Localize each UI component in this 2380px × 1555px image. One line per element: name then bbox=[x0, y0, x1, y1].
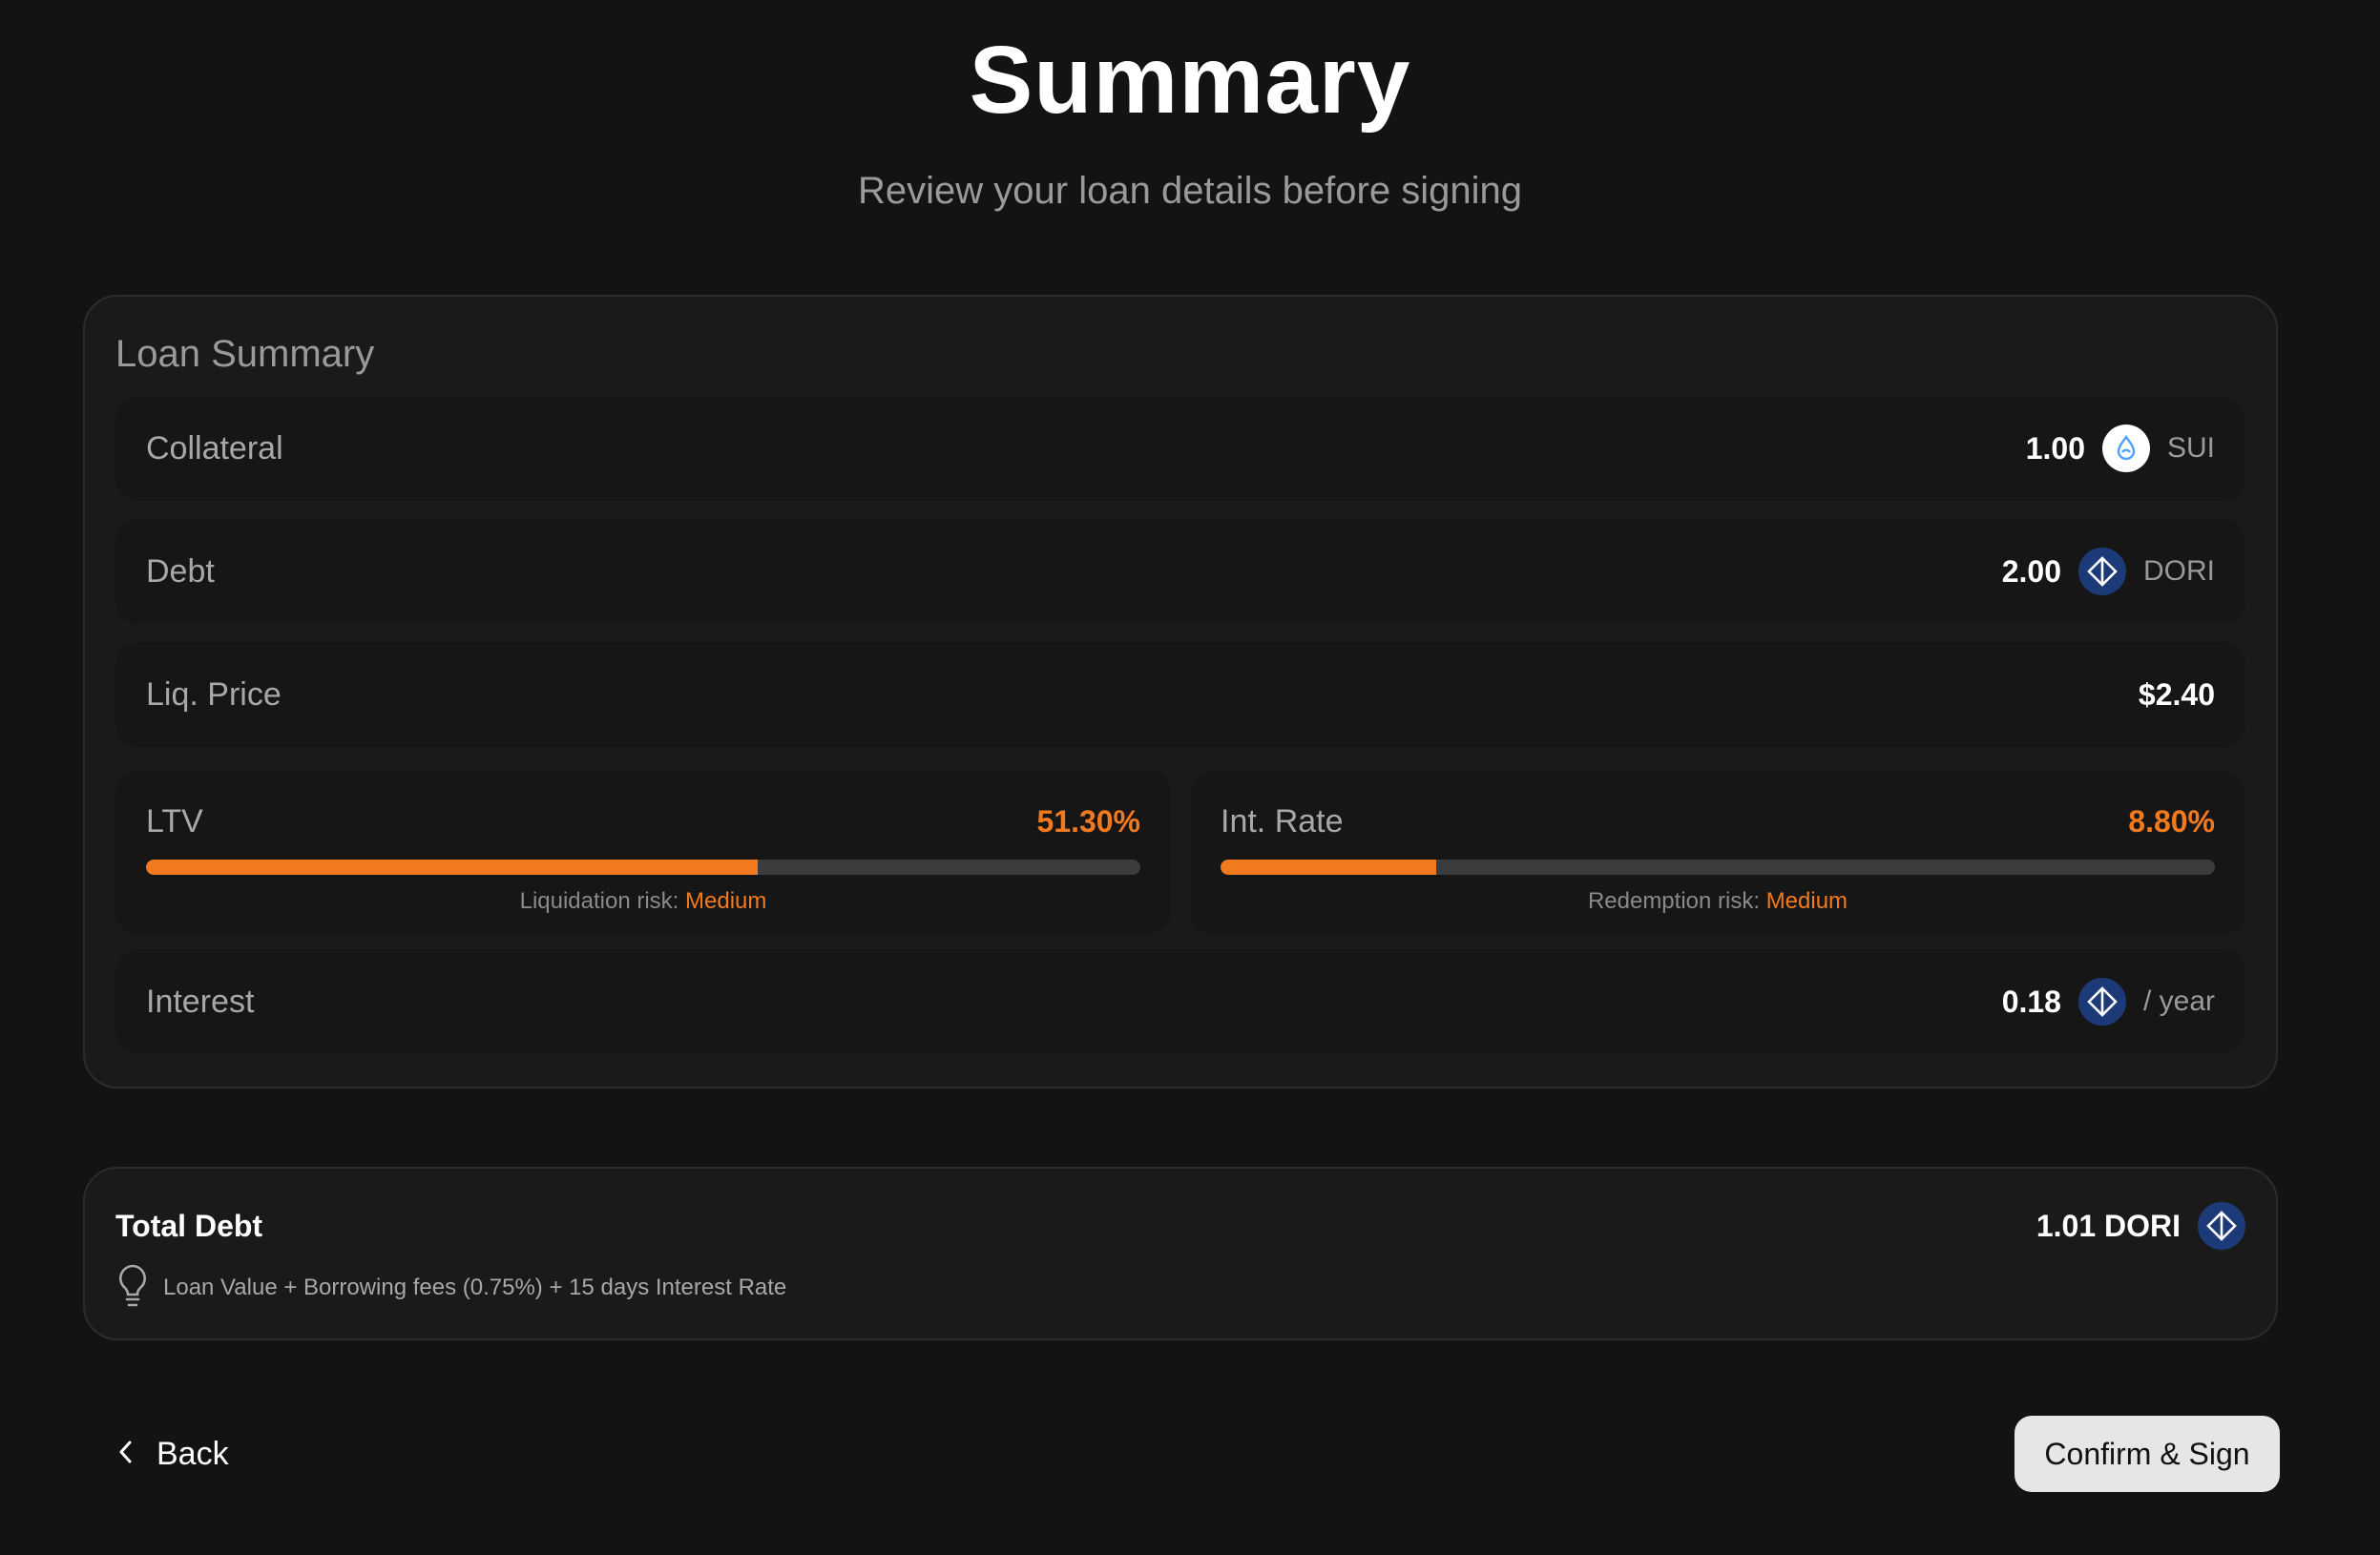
total-debt-value: 1.01 DORI bbox=[2036, 1199, 2245, 1253]
lightbulb-icon bbox=[115, 1263, 150, 1314]
liq-price-row: Liq. Price $2.40 bbox=[115, 642, 2245, 747]
dori-token-icon bbox=[2198, 1202, 2245, 1250]
total-debt-note: Loan Value + Borrowing fees (0.75%) + 15… bbox=[115, 1264, 786, 1312]
debt-amount: 2.00 bbox=[2001, 553, 2061, 589]
collateral-token: SUI bbox=[2166, 432, 2215, 464]
liquidation-risk-level: Medium bbox=[685, 888, 767, 914]
collateral-label: Collateral bbox=[146, 430, 283, 466]
dori-token-icon bbox=[2077, 978, 2126, 1026]
debt-value: 2.00 DORI bbox=[2002, 519, 2215, 624]
page-title: Summary bbox=[969, 27, 1411, 134]
int-rate-panel: Int. Rate 8.80% Redemption risk: Medium bbox=[1190, 770, 2245, 934]
interest-unit: / year bbox=[2142, 985, 2215, 1017]
debt-row: Debt 2.00 DORI bbox=[115, 519, 2245, 624]
loan-summary-title: Loan Summary bbox=[115, 333, 375, 375]
interest-label: Interest bbox=[146, 984, 255, 1020]
liq-price-value: $2.40 bbox=[2139, 642, 2215, 747]
sui-drop-icon bbox=[2101, 425, 2150, 472]
collateral-value: 1.00 SUI bbox=[2026, 396, 2215, 501]
interest-amount: 0.18 bbox=[2001, 984, 2061, 1019]
redemption-risk-level: Medium bbox=[1765, 888, 1848, 914]
int-rate-label: Int. Rate bbox=[1221, 803, 1344, 840]
total-debt-note-text: Loan Value + Borrowing fees (0.75%) + 15… bbox=[163, 1275, 787, 1300]
int-rate-progress-bar bbox=[1221, 860, 2215, 875]
ltv-value: 51.30% bbox=[1036, 804, 1140, 839]
debt-token: DORI bbox=[2143, 555, 2215, 587]
collateral-row: Collateral 1.00 SUI bbox=[115, 396, 2245, 501]
redemption-risk: Redemption risk: Medium bbox=[1190, 882, 2245, 921]
int-rate-value: 8.80% bbox=[2128, 804, 2215, 839]
debt-label: Debt bbox=[146, 553, 215, 590]
interest-row: Interest 0.18 / year bbox=[115, 949, 2245, 1054]
redemption-risk-label: Redemption risk: bbox=[1587, 888, 1761, 914]
int-rate-progress-fill bbox=[1221, 860, 1437, 875]
ltv-label: LTV bbox=[146, 803, 203, 840]
interest-value: 0.18 / year bbox=[2002, 949, 2215, 1054]
dori-token-icon bbox=[2078, 548, 2126, 595]
loan-summary-card: Loan Summary Collateral 1.00 SUI Debt 2.… bbox=[83, 295, 2278, 1088]
total-debt-label: Total Debt bbox=[115, 1209, 263, 1243]
back-label: Back bbox=[157, 1435, 229, 1472]
ltv-panel: LTV 51.30% Liquidation risk: Medium bbox=[115, 770, 1171, 934]
chevron-left-icon bbox=[116, 1438, 136, 1471]
liq-price-amount: $2.40 bbox=[2138, 676, 2215, 712]
ltv-progress-fill bbox=[146, 860, 758, 875]
page-subtitle: Review your loan details before signing bbox=[858, 170, 1522, 212]
collateral-amount: 1.00 bbox=[2025, 430, 2085, 466]
total-debt-amount: 1.01 DORI bbox=[2036, 1208, 2181, 1243]
liquidation-risk: Liquidation risk: Medium bbox=[115, 882, 1171, 921]
ltv-progress-bar bbox=[146, 860, 1140, 875]
confirm-sign-button[interactable]: Confirm & Sign bbox=[2015, 1416, 2280, 1492]
liq-price-label: Liq. Price bbox=[146, 676, 282, 713]
summary-page: Summary Review your loan details before … bbox=[0, 0, 2380, 1555]
total-debt-card: Total Debt 1.01 DORI Loan Value + Borrow… bbox=[83, 1167, 2278, 1340]
liquidation-risk-label: Liquidation risk: bbox=[519, 888, 679, 914]
back-button[interactable]: Back bbox=[116, 1416, 229, 1492]
